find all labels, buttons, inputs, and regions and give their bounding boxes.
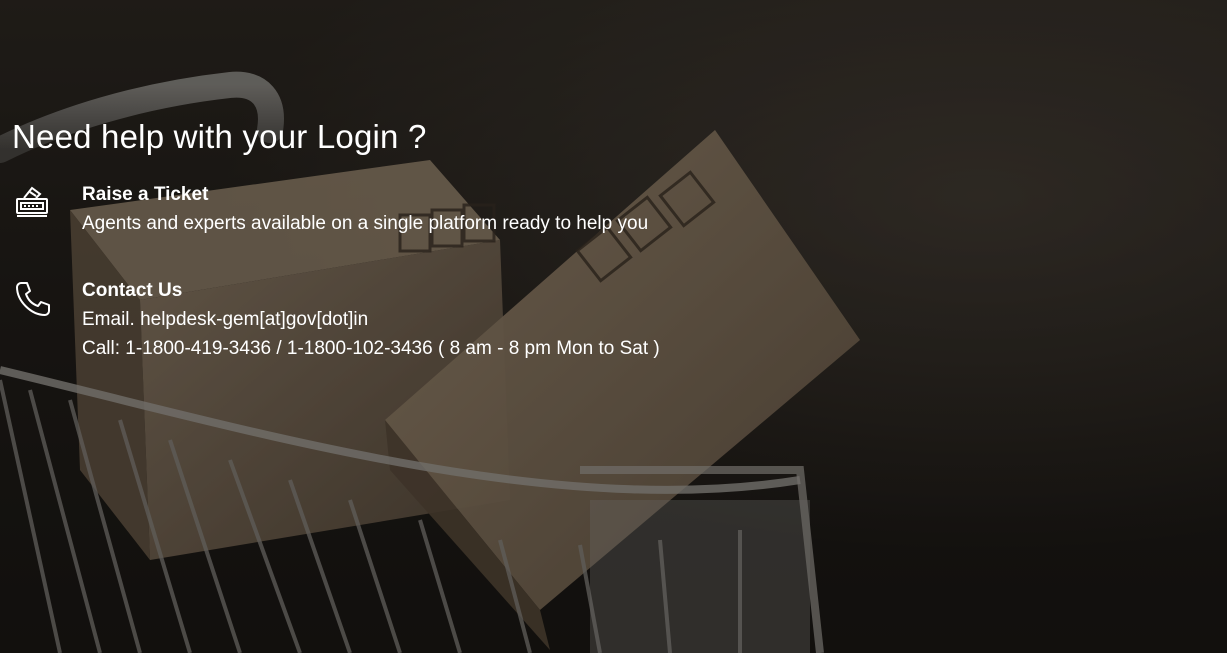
phone-icon — [16, 282, 50, 316]
help-hero: Need help with your Login ? Raise a Tick… — [0, 0, 1227, 653]
contact-us-heading: Contact Us — [82, 280, 183, 301]
contact-us-item: Contact Us Email. helpdesk-gem[at]gov[do… — [12, 276, 660, 363]
help-title: Need help with your Login ? — [12, 118, 427, 155]
raise-ticket-description: Agents and experts available on a single… — [82, 213, 649, 234]
raise-ticket-heading[interactable]: Raise a Ticket — [82, 180, 648, 209]
help-panel: Need help with your Login ? Raise a Tick… — [12, 118, 660, 401]
contact-phone[interactable]: Call: 1-1800-419-3436 / 1-1800-102-3436 … — [82, 334, 660, 363]
ticket-icon — [16, 186, 48, 217]
raise-ticket-item[interactable]: Raise a Ticket Agents and experts availa… — [12, 180, 660, 238]
contact-email[interactable]: Email. helpdesk-gem[at]gov[dot]in — [82, 305, 660, 334]
